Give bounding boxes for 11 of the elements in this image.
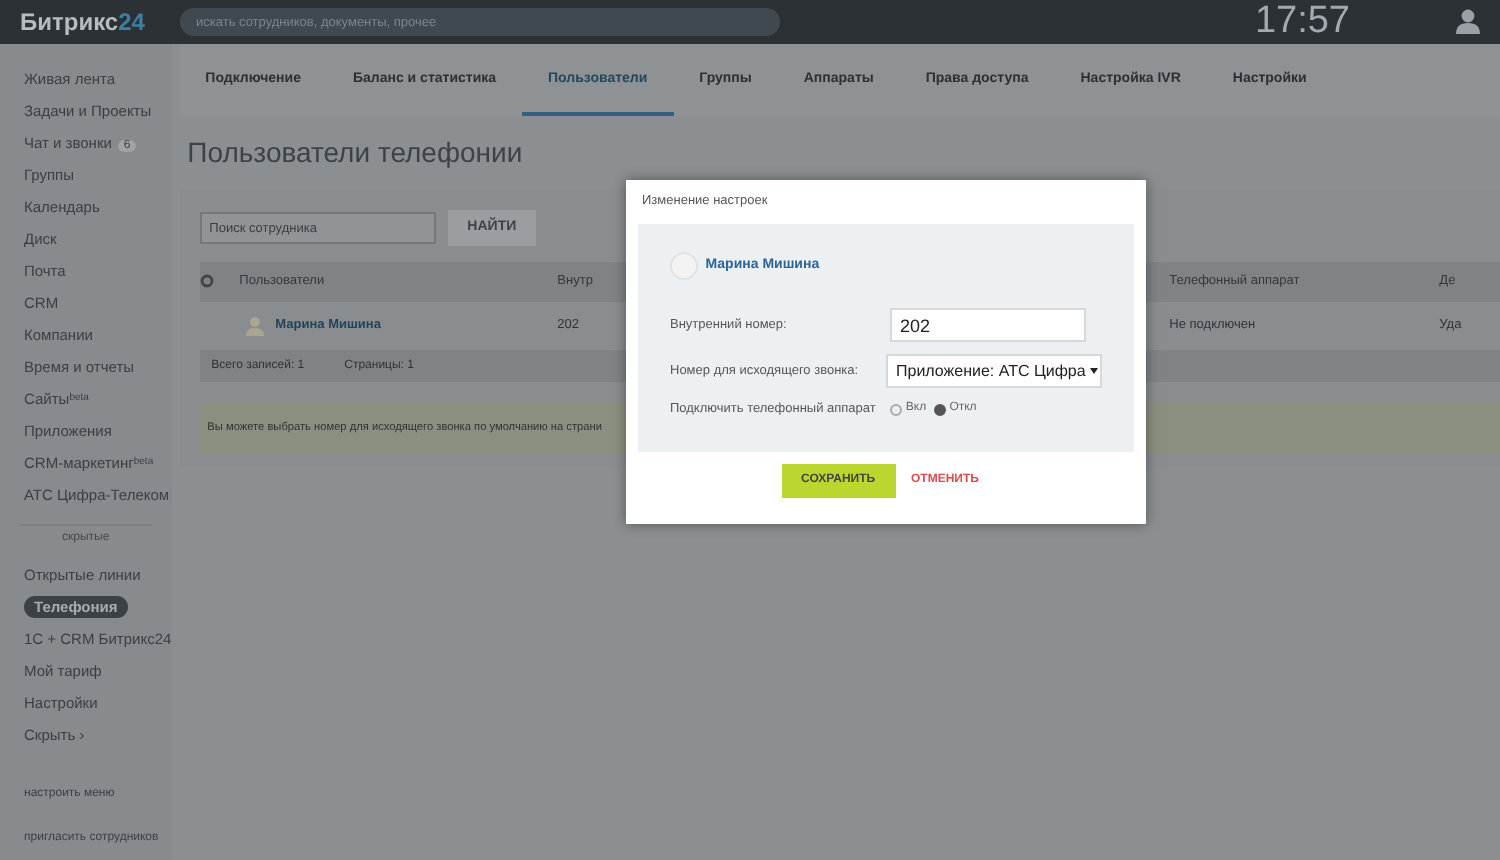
beta-label: beta <box>133 455 154 467</box>
logo: Битрикс24 <box>18 6 147 40</box>
user-icon[interactable] <box>1456 8 1480 34</box>
clock-time: 17:57 <box>1254 0 1350 46</box>
select-field[interactable]: Приложение: АТС Цифра <box>886 354 1102 388</box>
input-field[interactable]: 202 <box>890 308 1086 342</box>
page-title: Пользователи телефонии <box>185 134 525 172</box>
settings-icon[interactable] <box>199 273 214 288</box>
beta-label: beta <box>69 391 89 403</box>
caret-icon <box>1089 367 1098 374</box>
user-icon <box>245 315 264 336</box>
